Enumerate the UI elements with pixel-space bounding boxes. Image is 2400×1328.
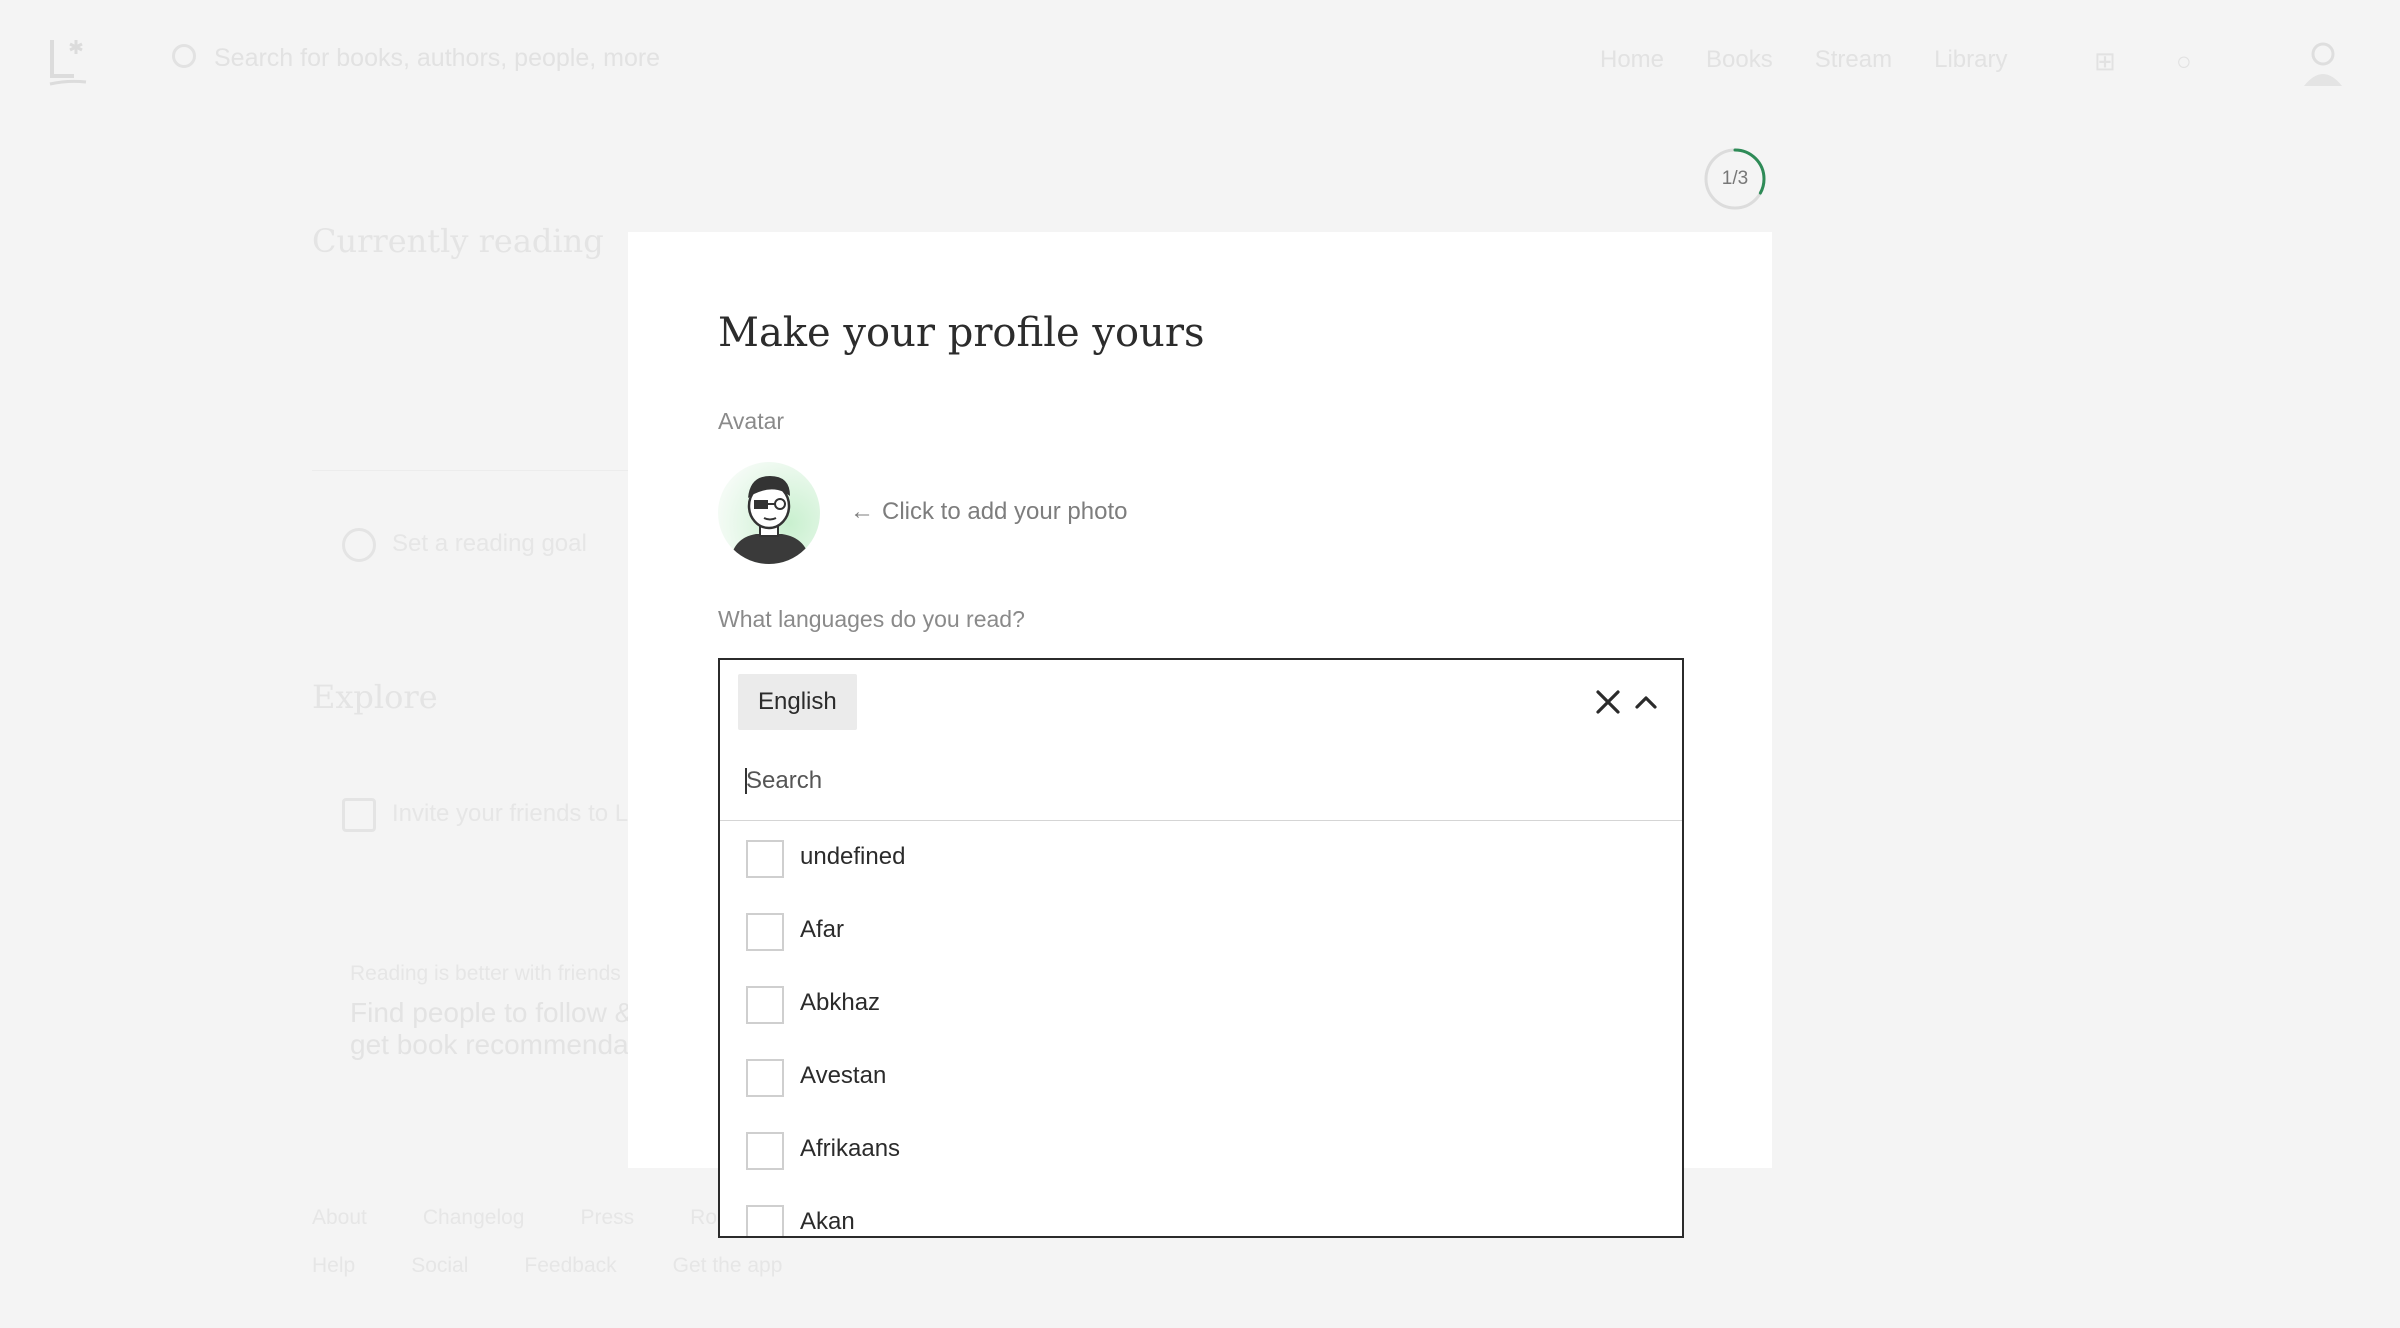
language-dropdown: undefined Afar Abkhaz Avestan Afrikaans … <box>718 742 1684 1238</box>
search-icon <box>172 44 196 68</box>
footer-link[interactable]: Help <box>312 1254 355 1278</box>
divider <box>312 470 632 471</box>
clear-selection-icon[interactable] <box>1588 682 1628 722</box>
explore-heading: Explore <box>312 678 438 716</box>
nav-home[interactable]: Home <box>1600 46 1664 74</box>
user-avatar-icon[interactable] <box>2300 38 2346 88</box>
nav-stream[interactable]: Stream <box>1815 46 1892 74</box>
notifications-icon[interactable]: ⊞ <box>2094 46 2116 77</box>
dropdown-search <box>720 742 1682 821</box>
option-checkbox[interactable] <box>746 1205 784 1236</box>
default-avatar-icon <box>718 462 820 564</box>
footer-link[interactable]: Changelog <box>423 1206 525 1230</box>
target-icon <box>342 528 376 562</box>
language-option[interactable]: Abkhaz <box>720 968 1682 1041</box>
promo-title-line1: Find people to follow & <box>350 997 628 1028</box>
nav-library[interactable]: Library <box>1934 46 2007 74</box>
option-label: undefined <box>800 843 906 870</box>
literal-logo-icon[interactable] <box>46 36 90 88</box>
avatar-label: Avatar <box>718 408 785 434</box>
text-caret <box>745 768 747 794</box>
chevron-up-icon[interactable] <box>1626 682 1666 722</box>
promo-title-line2: get book recommendations <box>350 1029 628 1060</box>
footer-links-row1: About Changelog Press Roadmap <box>312 1206 781 1230</box>
option-label: Abkhaz <box>800 989 881 1016</box>
add-photo-hint[interactable]: ← Click to add your photo <box>850 498 1127 526</box>
nav-books[interactable]: Books <box>1706 46 1773 74</box>
reading-goal-link[interactable]: Set a reading goal <box>392 530 587 558</box>
option-label: Afrikaans <box>800 1135 901 1162</box>
modal-title: Make your profile yours <box>718 310 1205 356</box>
avatar-upload[interactable] <box>718 462 820 564</box>
language-option[interactable]: Afar <box>720 895 1682 968</box>
footer-link[interactable]: Social <box>411 1254 468 1278</box>
footer-link[interactable]: Feedback <box>524 1254 616 1278</box>
option-checkbox[interactable] <box>746 913 784 951</box>
option-checkbox[interactable] <box>746 840 784 878</box>
promo-caption: Reading is better with friends <box>350 962 621 985</box>
language-option[interactable]: Avestan <box>720 1041 1682 1114</box>
currently-reading-heading: Currently reading <box>312 222 604 260</box>
language-option[interactable]: Afrikaans <box>720 1114 1682 1187</box>
footer-link[interactable]: About <box>312 1206 367 1230</box>
option-label: Avestan <box>800 1062 887 1089</box>
language-select[interactable]: English <box>718 658 1684 744</box>
languages-label: What languages do you read? <box>718 606 1025 632</box>
option-checkbox[interactable] <box>746 986 784 1024</box>
footer-links-row2: Help Social Feedback Get the app <box>312 1254 782 1278</box>
onboarding-step-indicator: 1/3 <box>1704 148 1766 210</box>
option-label: Afar <box>800 916 845 943</box>
main-nav: Home Books Stream Library <box>1600 46 2007 74</box>
search-icon[interactable]: ○ <box>2176 46 2192 77</box>
language-option[interactable]: Akan <box>720 1187 1682 1236</box>
option-label: Akan <box>800 1208 855 1235</box>
mail-icon <box>342 798 376 832</box>
option-checkbox[interactable] <box>746 1059 784 1097</box>
footer-link[interactable]: Get the app <box>673 1254 783 1278</box>
footer-link[interactable]: Press <box>580 1206 634 1230</box>
invite-friends-link[interactable]: Invite your friends to Literal <box>392 800 628 828</box>
option-checkbox[interactable] <box>746 1132 784 1170</box>
language-search-input[interactable] <box>744 760 1648 802</box>
selected-language-chip[interactable]: English <box>738 674 857 730</box>
step-label: 1/3 <box>1721 168 1749 189</box>
language-option[interactable]: undefined <box>720 822 1682 895</box>
top-navigation: Search for books, authors, people, more … <box>0 0 2400 124</box>
arrow-left-icon: ← <box>850 498 874 525</box>
global-search-input[interactable]: Search for books, authors, people, more <box>172 44 660 73</box>
language-options-list: undefined Afar Abkhaz Avestan Afrikaans … <box>720 822 1682 1236</box>
